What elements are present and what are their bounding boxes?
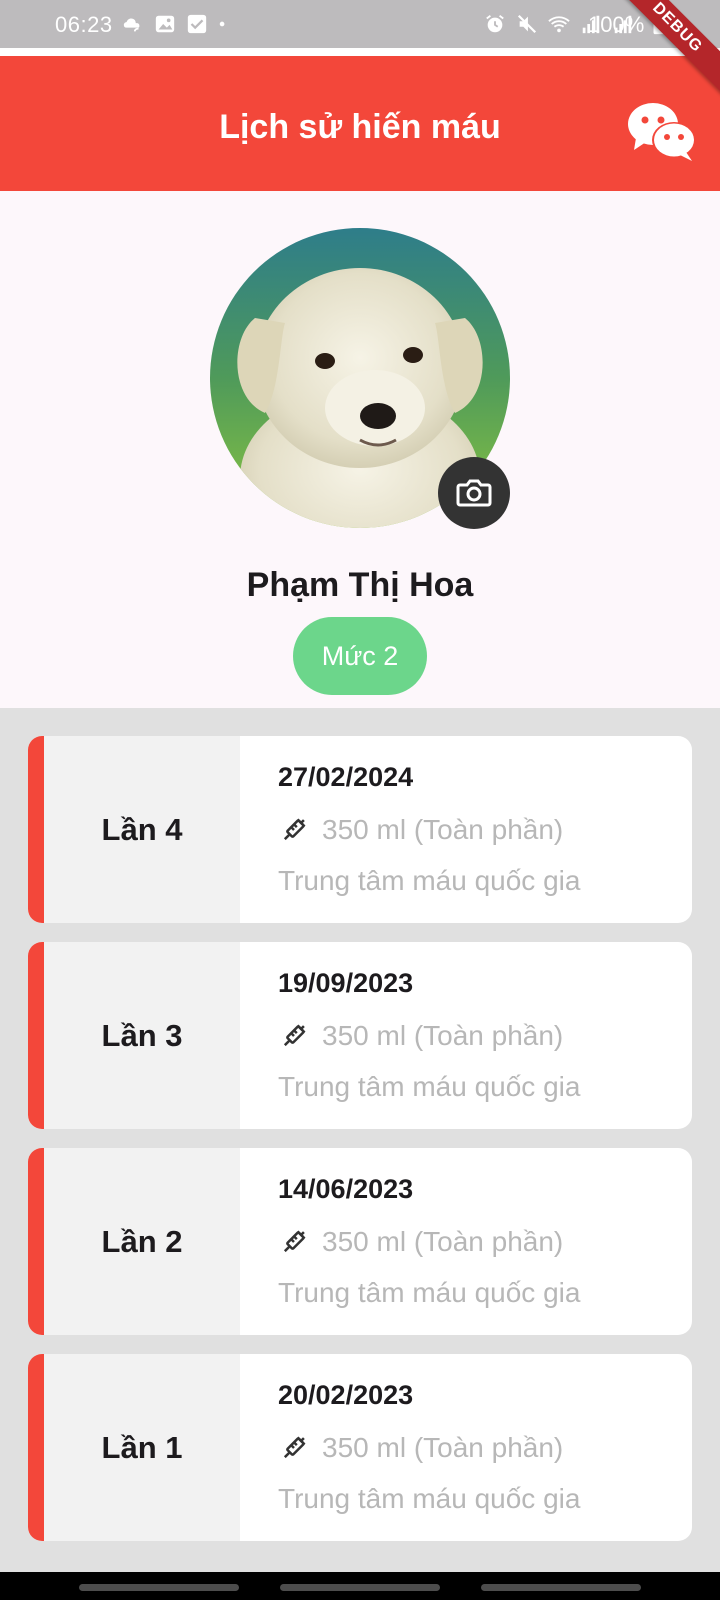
nav-recents-button[interactable] [79, 1584, 239, 1591]
donation-card[interactable]: Lần 2 14/06/2023 350 ml (Toàn phần) Trun… [28, 1148, 692, 1335]
donation-location: Trung tâm máu quốc gia [278, 1071, 581, 1102]
donation-count-panel: Lần 2 [44, 1148, 240, 1335]
donation-count: Lần 3 [101, 1017, 183, 1053]
donation-volume: 350 ml (Toàn phần) [322, 814, 564, 845]
syringe-icon [283, 1024, 306, 1047]
donation-card[interactable]: Lần 4 27/02/2024 350 ml (Toàn phần) Trun… [28, 736, 692, 923]
donation-card[interactable]: Lần 1 20/02/2023 350 ml (Toàn phần) Trun… [28, 1354, 692, 1541]
level-badge: Mức 2 [293, 617, 427, 695]
nav-home-button[interactable] [280, 1584, 440, 1591]
donation-date: 14/06/2023 [278, 1174, 414, 1204]
status-divider [0, 48, 720, 56]
cloud-icon [123, 18, 140, 32]
donation-history-list: Lần 4 27/02/2024 350 ml (Toàn phần) Trun… [28, 736, 692, 1560]
donation-date: 27/02/2024 [278, 762, 414, 792]
status-time: 06:23 [55, 12, 113, 37]
wifi-icon [548, 16, 570, 33]
status-bar: 06:23 100% [0, 0, 720, 48]
wechat-icon[interactable] [626, 100, 698, 162]
camera-icon [456, 479, 492, 507]
system-nav-bar [0, 1572, 720, 1600]
alarm-icon [486, 15, 504, 33]
donation-location: Trung tâm máu quốc gia [278, 1277, 581, 1308]
mute-icon [517, 14, 537, 34]
donation-count-panel: Lần 4 [44, 736, 240, 923]
image-icon [155, 15, 175, 33]
user-name: Phạm Thị Hoa [246, 566, 474, 604]
donation-date: 20/02/2023 [278, 1380, 414, 1410]
donation-count-panel: Lần 1 [44, 1354, 240, 1541]
donation-card[interactable]: Lần 3 19/09/2023 350 ml (Toàn phần) Trun… [28, 942, 692, 1129]
donation-count: Lần 1 [101, 1429, 183, 1465]
donation-count: Lần 4 [101, 811, 183, 847]
syringe-icon [283, 1436, 306, 1459]
page-title: Lịch sử hiến máu [219, 108, 501, 146]
syringe-icon [283, 1230, 306, 1253]
card-accent [28, 1148, 44, 1335]
change-avatar-button[interactable] [438, 457, 510, 529]
dot-icon [219, 21, 225, 27]
donation-volume: 350 ml (Toàn phần) [322, 1226, 564, 1257]
battery-percentage: 100% [588, 12, 645, 37]
card-accent [28, 1354, 44, 1541]
checkbox-icon [187, 14, 207, 34]
donation-location: Trung tâm máu quốc gia [278, 865, 581, 896]
card-accent [28, 736, 44, 923]
donation-count: Lần 2 [101, 1223, 183, 1259]
donation-count-panel: Lần 3 [44, 942, 240, 1129]
app-bar: Lịch sử hiến máu [0, 56, 720, 191]
syringe-icon [283, 818, 306, 841]
card-accent [28, 942, 44, 1129]
donation-date: 19/09/2023 [278, 968, 414, 998]
profile-section: Phạm Thị Hoa Mức 2 [0, 191, 720, 708]
donation-volume: 350 ml (Toàn phần) [322, 1020, 564, 1051]
donation-location: Trung tâm máu quốc gia [278, 1483, 581, 1514]
donation-volume: 350 ml (Toàn phần) [322, 1432, 564, 1463]
nav-back-button[interactable] [481, 1584, 641, 1591]
